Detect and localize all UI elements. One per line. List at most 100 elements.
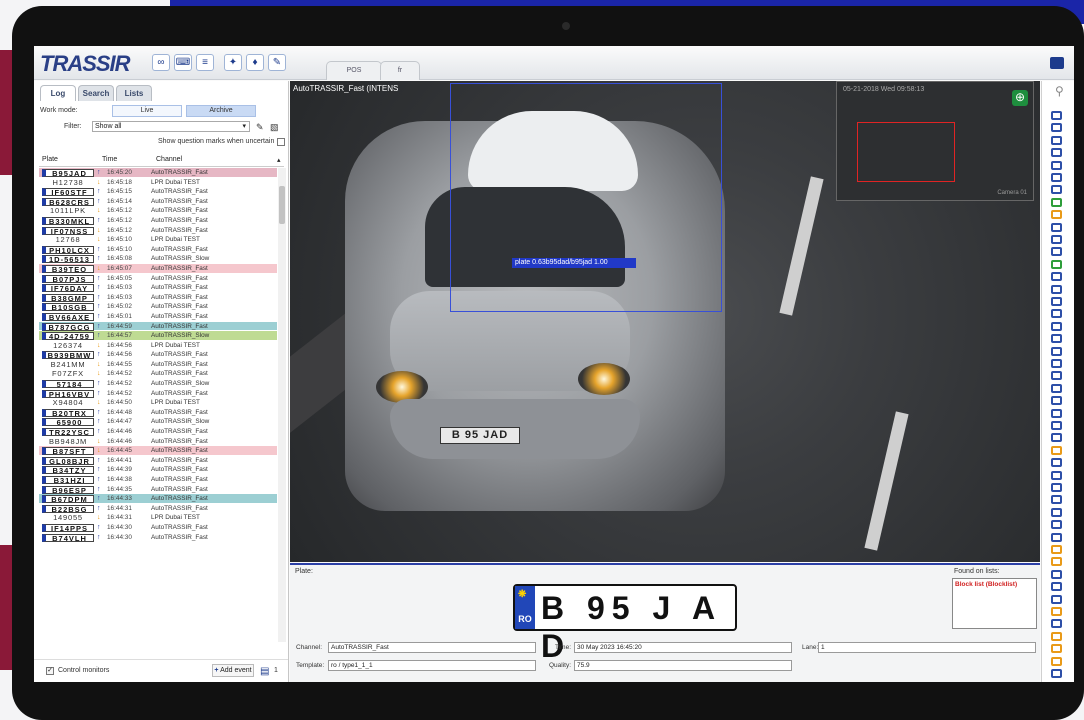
monitor-icon[interactable]: [1051, 445, 1062, 455]
table-row[interactable]: B07PJS ↑ 16:45:05 AutoTRASSIR_Fast: [39, 274, 277, 284]
table-row[interactable]: BV66AXE ↑ 16:45:01 AutoTRASSIR_Fast: [39, 312, 277, 322]
monitor-icon[interactable]: [1051, 297, 1062, 306]
monitor-icon[interactable]: [1051, 421, 1062, 430]
table-row[interactable]: H12738 ↓ 16:45:18 LPR Dubai TEST: [39, 178, 277, 188]
table-row[interactable]: F07ZFX ↓ 16:44:52 AutoTRASSIR_Fast: [39, 369, 277, 380]
table-row[interactable]: B34TZY ↑ 16:44:39 AutoTRASSIR_Fast: [39, 465, 277, 475]
monitor-icon[interactable]: [1051, 247, 1062, 257]
monitor-icon[interactable]: [1051, 631, 1062, 641]
add-event-button[interactable]: + Add event: [212, 664, 254, 677]
monitor-icon[interactable]: [1051, 507, 1062, 517]
table-row[interactable]: B10SGB ↑ 16:45:02 AutoTRASSIR_Fast: [39, 302, 277, 312]
table-row[interactable]: B96ESP ↑ 16:44:35 AutoTRASSIR_Fast: [39, 485, 277, 495]
table-row[interactable]: IF76DAY ↑ 16:45:03 AutoTRASSIR_Fast: [39, 283, 277, 293]
monitor-icon[interactable]: [1051, 520, 1062, 530]
col-plate[interactable]: Plate: [42, 156, 58, 163]
monitor-icon[interactable]: [1051, 321, 1062, 331]
table-row[interactable]: B628CRS ↑ 16:45:14 AutoTRASSIR_Fast: [39, 197, 277, 207]
monitor-icon[interactable]: [1051, 235, 1062, 244]
monitor-icon[interactable]: [1051, 396, 1062, 406]
col-time[interactable]: Time: [102, 156, 117, 163]
log-scrollbar[interactable]: [278, 168, 286, 642]
table-row[interactable]: IF14PPS ↑ 16:44:30 AutoTRASSIR_Fast: [39, 523, 277, 533]
control-monitors-checkbox[interactable]: ✓: [46, 667, 54, 675]
col-channel[interactable]: Channel: [156, 156, 182, 163]
table-row[interactable]: 1D-56513 ↑ 16:45:08 AutoTRASSIR_Slow: [39, 254, 277, 264]
table-row[interactable]: TR22YSC ↑ 16:44:46 AutoTRASSIR_Fast: [39, 427, 277, 437]
magic-wand-icon[interactable]: ✦: [224, 54, 242, 71]
monitor-icon[interactable]: [1051, 582, 1062, 592]
tab-lists[interactable]: Lists: [116, 85, 152, 101]
monitor-icon[interactable]: [1051, 359, 1062, 368]
monitor-icon[interactable]: [1051, 185, 1062, 195]
monitor-icon[interactable]: [1051, 644, 1062, 654]
tab-pos[interactable]: POS: [326, 61, 382, 80]
table-row[interactable]: B20TRX ↑ 16:44:48 AutoTRASSIR_Fast: [39, 408, 277, 418]
monitor-icon[interactable]: [1051, 346, 1062, 356]
monitor-icon[interactable]: [1051, 470, 1062, 480]
monitor-icon[interactable]: [1051, 669, 1062, 678]
monitor-icon[interactable]: [1051, 148, 1062, 158]
table-row[interactable]: BB948JM ↓ 16:44:46 AutoTRASSIR_Fast: [39, 437, 277, 447]
tape-icon[interactable]: ∞: [152, 54, 170, 71]
table-row[interactable]: GL08BJR ↑ 16:44:41 AutoTRASSIR_Fast: [39, 456, 277, 466]
puzzle-icon[interactable]: ♦: [246, 54, 264, 71]
table-row[interactable]: 12768 ↓ 16:45:10 LPR Dubai TEST: [39, 235, 277, 245]
zoom-in-icon[interactable]: ⊕: [1012, 90, 1028, 106]
monitor-icon[interactable]: [1051, 123, 1062, 133]
tab-fr[interactable]: fr: [380, 61, 420, 80]
mode-archive-button[interactable]: Archive: [186, 105, 256, 117]
monitor-icon[interactable]: [1051, 309, 1062, 319]
filter-select[interactable]: Show all ▾: [92, 121, 250, 132]
table-row[interactable]: B330MKL ↑ 16:45:12 AutoTRASSIR_Fast: [39, 216, 277, 226]
monitor-icon[interactable]: [1051, 569, 1062, 579]
table-row[interactable]: B95JAD ↑ 16:45:20 AutoTRASSIR_Fast: [39, 168, 277, 178]
table-row[interactable]: 65900 ↑ 16:44:47 AutoTRASSIR_Slow: [39, 417, 277, 428]
table-row[interactable]: B39TEO ↓ 16:45:07 AutoTRASSIR_Fast: [39, 263, 277, 274]
table-row[interactable]: 126374 ↓ 16:44:56 LPR Dubai TEST: [39, 341, 277, 351]
monitor-icon[interactable]: [1051, 594, 1062, 604]
table-row[interactable]: B67DPM ↑ 16:44:33 AutoTRASSIR_Fast: [39, 494, 277, 504]
mode-live-button[interactable]: Live: [112, 105, 182, 117]
blocklist-entry[interactable]: Block list (Blocklist): [955, 581, 1017, 588]
edit-icon[interactable]: ✎: [268, 54, 286, 71]
search-icon[interactable]: ⚲: [1055, 84, 1064, 98]
monitor-icon[interactable]: [1051, 135, 1062, 145]
table-row[interactable]: PH10LCX ↑ 16:45:10 AutoTRASSIR_Fast: [39, 245, 277, 255]
uncertain-checkbox[interactable]: [277, 138, 285, 146]
trash-icon[interactable]: ▧: [270, 122, 279, 133]
table-row[interactable]: B87SFT ↓ 16:44:45 AutoTRASSIR_Fast: [39, 446, 277, 456]
monitor-icon[interactable]: [1051, 259, 1062, 269]
monitor-icon[interactable]: [1051, 160, 1062, 170]
monitor-icon[interactable]: [1051, 222, 1062, 232]
scrollbar-thumb[interactable]: [279, 186, 285, 224]
monitor-icon[interactable]: [1051, 173, 1062, 182]
pencil-icon[interactable]: ✎: [256, 122, 264, 133]
table-row[interactable]: IF60STF ↑ 16:45:15 AutoTRASSIR_Fast: [39, 187, 277, 197]
table-row[interactable]: B22BSG ↑ 16:44:31 AutoTRASSIR_Fast: [39, 504, 277, 514]
table-row[interactable]: B241MM ↓ 16:44:55 AutoTRASSIR_Fast: [39, 360, 277, 370]
camera-view[interactable]: B 95 JAD plate 0.63b95dad/b95jad 1.00 Au…: [290, 81, 1040, 562]
table-row[interactable]: IF07NSS ↓ 16:45:12 AutoTRASSIR_Fast: [39, 226, 277, 236]
table-row[interactable]: PH16VBV ↑ 16:44:52 AutoTRASSIR_Fast: [39, 389, 277, 399]
tab-log[interactable]: Log: [40, 85, 76, 101]
monitor-icon[interactable]: [1051, 210, 1062, 220]
monitor-icon[interactable]: [1051, 272, 1062, 282]
table-row[interactable]: B38GMP ↑ 16:45:03 AutoTRASSIR_Fast: [39, 293, 277, 303]
monitor-icon[interactable]: [1051, 383, 1062, 393]
monitor-icon[interactable]: [1051, 408, 1062, 418]
table-row[interactable]: 57184 ↑ 16:44:52 AutoTRASSIR_Slow: [39, 379, 277, 389]
tab-search[interactable]: Search: [78, 85, 114, 101]
table-row[interactable]: B74VLH ↑ 16:44:30 AutoTRASSIR_Fast: [39, 533, 277, 543]
monitor-icon[interactable]: [1051, 557, 1062, 567]
monitor-icon[interactable]: [1051, 371, 1062, 381]
monitor-icon[interactable]: [1051, 334, 1062, 344]
inset-camera-view[interactable]: 05-21-2018 Wed 09:58:13 Camera 01 ⊕: [836, 81, 1034, 201]
table-row[interactable]: 149055 ↓ 16:44:31 LPR Dubai TEST: [39, 513, 277, 523]
monitor-icon[interactable]: [1051, 483, 1062, 492]
table-row[interactable]: X94804 ↓ 16:44:50 LPR Dubai TEST: [39, 398, 277, 408]
table-row[interactable]: B787GCG ↑ 16:44:59 AutoTRASSIR_Fast: [39, 321, 277, 332]
table-row[interactable]: 4D-24759 ↑ 16:44:57 AutoTRASSIR_Slow: [39, 331, 277, 341]
monitor-icon[interactable]: [1051, 284, 1062, 294]
table-row[interactable]: 1011LPK ↓ 16:45:12 AutoTRASSIR_Fast: [39, 206, 277, 216]
